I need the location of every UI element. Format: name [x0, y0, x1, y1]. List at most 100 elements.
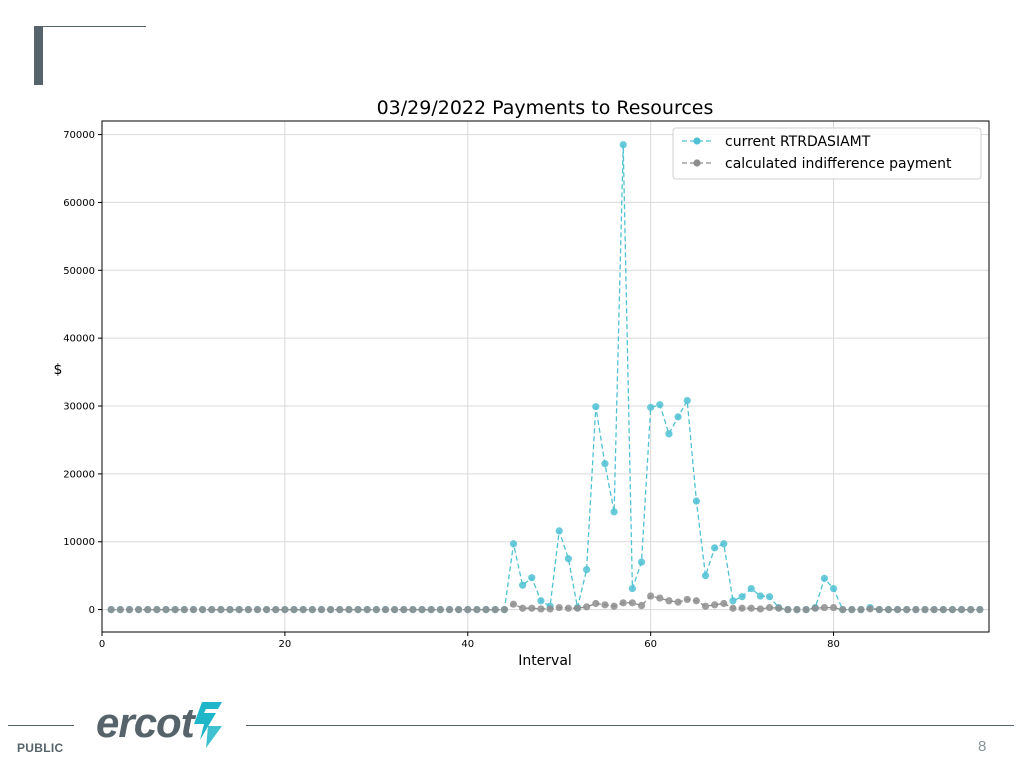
data-point — [948, 606, 957, 614]
data-point — [116, 606, 124, 614]
data-point — [308, 606, 316, 614]
data-point — [619, 141, 627, 149]
data-point — [720, 540, 728, 548]
data-point — [509, 600, 518, 608]
data-point — [445, 606, 454, 614]
data-point — [537, 597, 545, 605]
data-point — [281, 606, 289, 614]
legend-swatch-marker — [693, 137, 701, 145]
data-point — [976, 606, 984, 614]
data-point — [775, 604, 783, 612]
data-point — [336, 606, 344, 614]
ercot-bolt-icon — [194, 702, 222, 748]
data-point — [839, 606, 847, 614]
data-point — [647, 592, 655, 600]
data-point — [125, 606, 134, 614]
data-point — [701, 572, 710, 580]
chart-grid — [101, 121, 989, 632]
data-point — [363, 606, 371, 614]
series-line — [111, 144, 980, 611]
y-tick-label: 70000 — [63, 130, 95, 141]
series-group — [107, 141, 984, 614]
data-point — [711, 601, 719, 609]
data-point — [180, 606, 188, 614]
data-point — [747, 584, 755, 593]
data-point — [354, 606, 362, 614]
data-point — [610, 508, 618, 516]
data-point — [592, 599, 600, 608]
data-point — [345, 606, 353, 614]
data-point — [583, 565, 591, 574]
data-point — [171, 606, 179, 614]
y-tick-label: 0 — [89, 605, 95, 616]
data-point — [564, 555, 572, 563]
data-point — [519, 604, 527, 612]
series-current-rtrdasiamt — [107, 141, 984, 614]
legend-label: calculated indifference payment — [725, 156, 952, 172]
data-point — [747, 604, 755, 612]
data-point — [729, 597, 737, 605]
data-point — [464, 606, 472, 614]
data-point — [939, 606, 947, 614]
x-tick-label: 60 — [644, 639, 657, 650]
data-point — [519, 581, 527, 589]
data-point — [811, 604, 819, 612]
plot-frame — [101, 120, 990, 633]
data-point — [756, 592, 764, 600]
data-point — [848, 606, 856, 614]
data-point — [400, 606, 408, 614]
chart-legend: current RTRDASIAMT calculated indifferenc… — [672, 127, 982, 180]
data-point — [674, 413, 682, 421]
data-point — [418, 606, 426, 614]
data-point — [317, 606, 326, 614]
data-point — [244, 606, 252, 614]
y-tick-label: 20000 — [63, 469, 95, 480]
data-point — [272, 606, 280, 614]
data-point — [381, 606, 390, 614]
data-point — [528, 574, 536, 582]
data-point — [555, 527, 563, 535]
axis-ticks: 0 20 40 60 80 0 10000 20000 30000 40000 50000 60000… — [63, 130, 840, 650]
data-point — [583, 603, 591, 611]
data-point — [427, 606, 435, 614]
data-point — [628, 599, 636, 607]
data-point — [592, 403, 600, 411]
data-point — [226, 606, 234, 614]
data-point — [711, 544, 719, 552]
data-point — [692, 597, 700, 605]
data-point — [820, 603, 829, 612]
data-point — [482, 606, 490, 614]
x-tick-label: 20 — [279, 639, 292, 650]
data-point — [628, 584, 636, 593]
data-point — [921, 606, 929, 614]
y-axis-label: $ — [54, 362, 63, 378]
data-point — [875, 606, 883, 614]
data-point — [564, 604, 572, 612]
data-point — [829, 584, 838, 593]
footer-line-right — [246, 725, 1014, 726]
data-point — [765, 593, 774, 601]
ercot-logo-text: ercot — [96, 699, 195, 746]
data-point — [436, 606, 444, 614]
x-tick-label: 40 — [461, 639, 474, 650]
data-point — [253, 606, 262, 614]
data-point — [903, 606, 911, 614]
data-point — [144, 606, 152, 614]
data-point — [290, 606, 298, 614]
data-point — [208, 606, 216, 614]
y-tick-label: 30000 — [63, 402, 95, 413]
data-point — [674, 598, 682, 606]
data-point — [509, 540, 518, 548]
data-point — [327, 606, 335, 614]
data-point — [829, 603, 838, 612]
data-point — [738, 604, 746, 612]
data-point — [601, 601, 609, 609]
data-point — [555, 603, 563, 612]
ercot-logo: ercot — [96, 700, 236, 752]
data-point — [134, 606, 143, 614]
data-point — [619, 599, 627, 607]
page-number: 8 — [978, 738, 987, 755]
data-point — [573, 604, 582, 612]
data-point — [756, 605, 764, 613]
data-point — [637, 558, 646, 566]
